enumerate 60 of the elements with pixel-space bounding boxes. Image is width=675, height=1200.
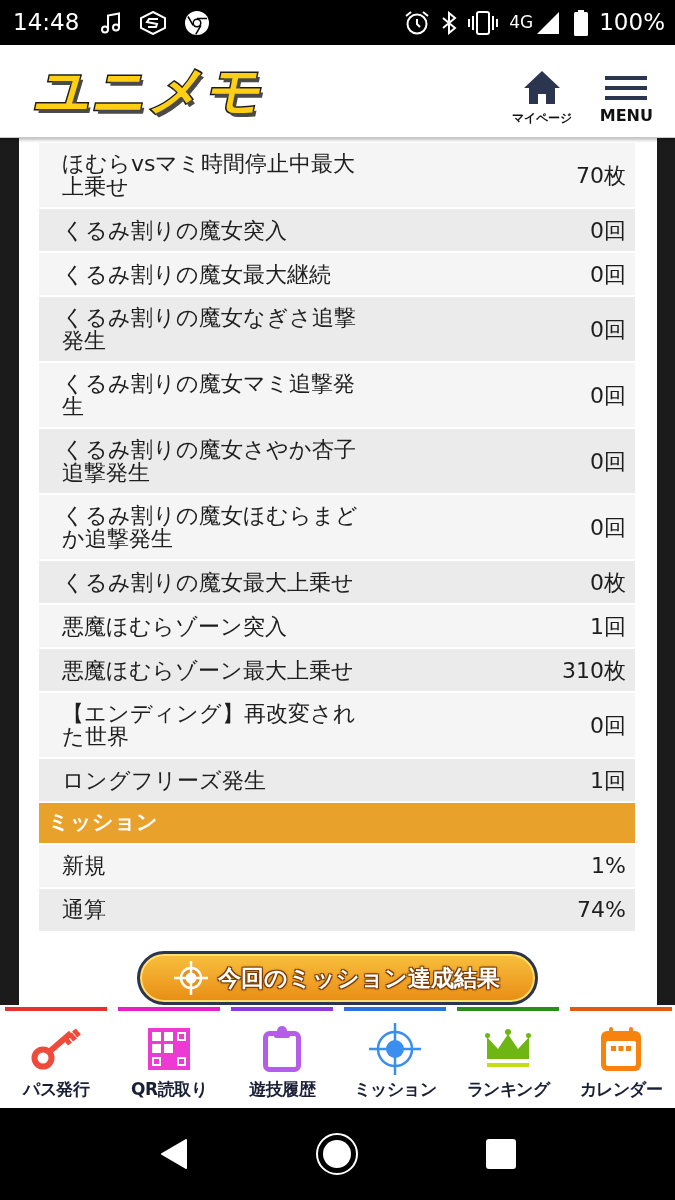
stat-label: くるみ割りの魔女さやか杏子追撃発生 xyxy=(62,438,357,484)
stat-value: 1回 xyxy=(590,614,626,638)
network-type: 4G xyxy=(509,14,534,31)
stat-value: 0回 xyxy=(590,449,626,473)
stat-label: くるみ割りの魔女最大継続 xyxy=(62,262,332,286)
stat-label: くるみ割りの魔女ほむらまどか追撃発生 xyxy=(62,504,359,550)
stat-value: 0回 xyxy=(590,317,626,341)
bluetooth-icon xyxy=(441,10,458,35)
qr-code-icon xyxy=(148,1028,190,1070)
stat-value: 74% xyxy=(577,898,626,922)
stat-value: 0回 xyxy=(590,262,626,286)
stat-label: 【エンディング】再改変された世界 xyxy=(62,702,357,748)
stat-label: 新規 xyxy=(62,854,107,878)
battery-percent: 100% xyxy=(599,11,665,34)
stat-label: くるみ割りの魔女突入 xyxy=(62,218,288,242)
music-note-icon xyxy=(101,11,122,34)
nav-tab[interactable]: パス発行 xyxy=(23,1023,89,1098)
stat-value: 0回 xyxy=(590,383,626,407)
nav-tab[interactable]: ランキング xyxy=(466,1023,550,1098)
my-page-button[interactable]: マイページ xyxy=(511,70,572,124)
clipboard-icon xyxy=(263,1026,301,1072)
crosshair-icon xyxy=(369,1023,421,1075)
stat-label: ほむらvsマミ時間停止中最大上乗せ xyxy=(62,152,357,198)
recent-apps-icon[interactable] xyxy=(485,1139,516,1169)
stat-value: 1% xyxy=(591,854,626,878)
stat-value: 310枚 xyxy=(562,658,626,682)
crown-icon xyxy=(485,1029,531,1069)
signal-icon xyxy=(537,11,560,34)
crosshair-icon xyxy=(174,960,208,995)
stat-value: 1回 xyxy=(590,768,626,792)
home-icon xyxy=(522,70,561,104)
stat-label: 通算 xyxy=(62,898,107,922)
battery-icon xyxy=(574,9,589,36)
calendar-icon xyxy=(601,1027,641,1071)
stat-label: 悪魔ほむらゾーン突入 xyxy=(62,614,288,638)
hexagon-app-icon xyxy=(140,10,167,35)
circle-app-icon xyxy=(185,10,210,35)
nav-tab[interactable]: ミッション xyxy=(353,1023,437,1098)
stat-value: 0回 xyxy=(590,218,626,242)
menu-button[interactable]: MENU xyxy=(599,76,653,124)
stat-label: くるみ割りの魔女最大上乗せ xyxy=(62,570,355,594)
section-header: ミッション xyxy=(39,803,635,843)
menu-icon xyxy=(605,76,648,100)
alarm-clock-icon xyxy=(404,9,431,36)
stat-label: くるみ割りの魔女なぎさ追撃発生 xyxy=(62,306,357,352)
back-icon[interactable] xyxy=(159,1138,188,1170)
stat-label: くるみ割りの魔女マミ追撃発生 xyxy=(62,372,356,418)
nav-tab[interactable]: 遊技履歴 xyxy=(249,1023,315,1098)
stat-label: 悪魔ほむらゾーン最大上乗せ xyxy=(62,658,355,682)
nav-tab[interactable]: QR読取り xyxy=(130,1023,207,1098)
stat-value: 0回 xyxy=(590,515,626,539)
home-circle-icon[interactable] xyxy=(315,1133,358,1175)
stat-value: 70枚 xyxy=(576,163,626,187)
key-icon xyxy=(31,1028,81,1070)
nav-tab[interactable]: カレンダー xyxy=(579,1023,663,1098)
stat-value: 0枚 xyxy=(590,570,626,594)
vibrate-icon xyxy=(468,10,499,35)
stat-value: 0回 xyxy=(590,713,626,737)
status-time: 14:48 xyxy=(13,11,80,34)
stat-label: ロングフリーズ発生 xyxy=(62,768,267,792)
